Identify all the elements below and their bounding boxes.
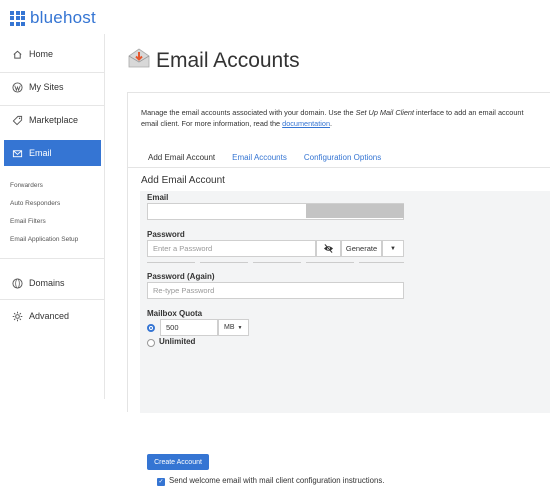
- sidebar-item-home[interactable]: Home: [0, 41, 104, 67]
- tab-configuration-options[interactable]: Configuration Options: [304, 153, 381, 162]
- home-icon: [11, 48, 23, 60]
- mailbox-quota-label: Mailbox Quota: [147, 309, 203, 318]
- sidebar-item-label: Email: [29, 148, 52, 158]
- description-text: .: [330, 119, 333, 128]
- main-content: Email Accounts Manage the email accounts…: [105, 34, 550, 486]
- page-title: Email Accounts: [156, 48, 300, 72]
- tab-divider: [128, 167, 550, 168]
- tab-add-email-account[interactable]: Add Email Account: [148, 153, 215, 162]
- sidebar-item-label: Home: [29, 49, 54, 59]
- sidebar-subitem-auto-responders[interactable]: Auto Responders: [10, 200, 60, 207]
- password-again-label: Password (Again): [147, 272, 215, 281]
- sidebar: Home My Sites Marketplace Email Forwarde…: [0, 34, 105, 399]
- sidebar-item-advanced[interactable]: Advanced: [0, 303, 104, 329]
- page-description: Manage the email accounts associated wit…: [141, 107, 550, 129]
- logo-text: bluehost: [30, 8, 96, 27]
- gear-icon: [11, 310, 23, 322]
- sidebar-item-label: Marketplace: [29, 115, 79, 125]
- tag-icon: [11, 114, 23, 126]
- tab-bar: Add Email Account Email Accounts Configu…: [148, 153, 398, 162]
- eye-slash-icon: [324, 244, 333, 253]
- description-italic: Set Up Mail Client: [355, 108, 414, 117]
- description-text: email client. For more information, read…: [141, 119, 283, 128]
- caret-down-icon: ▼: [237, 324, 243, 331]
- sidebar-divider: [0, 299, 104, 300]
- top-bar: bluehost: [0, 0, 550, 34]
- sidebar-item-domains[interactable]: Domains: [0, 270, 104, 296]
- quota-limited-radio[interactable]: [147, 324, 155, 332]
- sidebar-divider: [0, 258, 104, 259]
- generate-password-button[interactable]: Generate: [341, 240, 382, 257]
- email-accounts-icon: [127, 46, 151, 75]
- password-label: Password: [147, 230, 185, 239]
- strength-meter-segment: [253, 262, 301, 263]
- quota-unit-select[interactable]: MB ▼: [218, 319, 249, 336]
- toggle-visibility-button[interactable]: [316, 240, 341, 257]
- caret-down-icon: ▼: [390, 245, 396, 252]
- wordpress-icon: [11, 81, 23, 93]
- quota-unlimited-radio[interactable]: [147, 339, 155, 347]
- password-again-field[interactable]: Re-type Password: [147, 282, 404, 299]
- strength-meter-segment: [306, 262, 354, 263]
- sidebar-subitem-forwarders[interactable]: Forwarders: [10, 182, 43, 189]
- logo-grid-icon: [10, 10, 25, 26]
- quota-unit-label: MB: [224, 324, 235, 331]
- sidebar-item-label: Domains: [29, 278, 65, 288]
- bluehost-logo[interactable]: bluehost: [10, 8, 96, 28]
- sidebar-item-label: My Sites: [29, 82, 64, 92]
- sidebar-divider: [0, 72, 104, 73]
- unlimited-label: Unlimited: [159, 337, 196, 346]
- envelope-icon: [11, 147, 23, 159]
- tab-email-accounts[interactable]: Email Accounts: [232, 153, 287, 162]
- add-email-form: Email Password Enter a Password Generate…: [140, 191, 550, 486]
- sidebar-subitem-email-app-setup[interactable]: Email Application Setup: [10, 236, 78, 243]
- page-header: Email Accounts: [127, 46, 300, 75]
- sidebar-item-label: Advanced: [29, 311, 70, 321]
- sidebar-item-email[interactable]: Email: [4, 140, 101, 166]
- sidebar-subitem-email-filters[interactable]: Email Filters: [10, 218, 46, 225]
- strength-meter-segment: [359, 262, 404, 263]
- description-text: Manage the email accounts associated wit…: [141, 108, 356, 117]
- email-panel: Manage the email accounts associated wit…: [127, 92, 550, 486]
- email-label: Email: [147, 193, 169, 202]
- globe-icon: [11, 277, 23, 289]
- welcome-email-label: Send welcome email with mail client conf…: [169, 476, 385, 485]
- documentation-link[interactable]: documentation: [282, 119, 330, 128]
- sidebar-item-marketplace[interactable]: Marketplace: [0, 107, 104, 133]
- description-text: interface to add an email account: [413, 108, 524, 117]
- password-field[interactable]: Enter a Password: [147, 240, 316, 257]
- section-title: Add Email Account: [141, 175, 225, 186]
- strength-meter-segment: [200, 262, 248, 263]
- quota-input[interactable]: 500: [160, 319, 218, 336]
- strength-meter-segment: [147, 262, 195, 263]
- create-account-button[interactable]: Create Account: [147, 454, 209, 470]
- welcome-email-checkbox[interactable]: ✓: [157, 478, 165, 486]
- sidebar-item-my-sites[interactable]: My Sites: [0, 74, 104, 100]
- generate-options-dropdown[interactable]: ▼: [382, 240, 404, 257]
- sidebar-divider: [0, 105, 104, 106]
- domain-select[interactable]: [306, 204, 404, 218]
